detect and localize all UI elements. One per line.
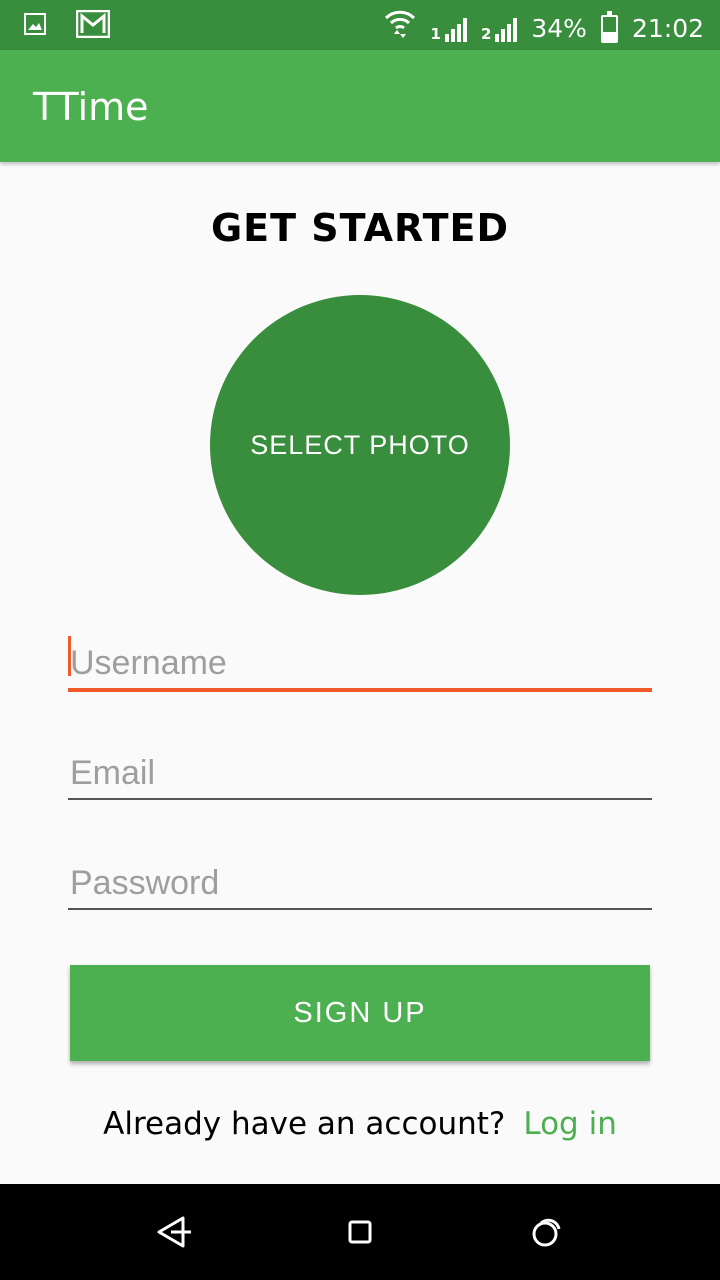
password-field-container bbox=[68, 848, 652, 910]
signal-sim2-icon: 2 bbox=[480, 16, 518, 43]
select-photo-button[interactable]: SELECT PHOTO bbox=[210, 295, 510, 595]
battery-icon bbox=[600, 10, 618, 43]
battery-level bbox=[602, 32, 616, 41]
image-icon bbox=[24, 13, 46, 39]
text-cursor bbox=[68, 636, 71, 676]
username-field-container bbox=[68, 628, 652, 692]
sim2-label: 2 bbox=[480, 24, 492, 43]
sign-up-button[interactable]: SIGN UP bbox=[70, 965, 650, 1061]
sim1-label: 1 bbox=[430, 24, 441, 43]
home-icon[interactable] bbox=[336, 1208, 384, 1256]
username-field[interactable] bbox=[68, 628, 652, 690]
signal-sim1-icon: 1 bbox=[431, 16, 467, 42]
notification-icons bbox=[24, 9, 111, 42]
password-underline bbox=[68, 908, 652, 910]
login-link[interactable]: Log in bbox=[523, 1106, 616, 1142]
app-title: TTime bbox=[33, 85, 149, 129]
recents-icon[interactable] bbox=[522, 1208, 570, 1256]
password-field[interactable] bbox=[68, 848, 652, 910]
wifi-icon bbox=[383, 8, 417, 49]
email-underline bbox=[68, 798, 652, 800]
status-bar: 1 2 34% 21:02 bbox=[0, 0, 720, 50]
username-underline bbox=[68, 688, 652, 692]
gmail-icon bbox=[75, 9, 111, 42]
system-status: 1 2 34% 21:02 bbox=[383, 8, 704, 49]
back-icon[interactable] bbox=[149, 1208, 197, 1256]
email-field[interactable] bbox=[68, 738, 652, 800]
clock: 21:02 bbox=[631, 13, 704, 43]
login-prompt: Already have an account? bbox=[103, 1106, 506, 1142]
battery-percent: 34% bbox=[531, 13, 587, 43]
page-title: GET STARTED bbox=[210, 206, 510, 250]
email-field-container bbox=[68, 738, 652, 800]
app-bar: TTime bbox=[0, 50, 720, 162]
navigation-bar bbox=[0, 1184, 720, 1280]
login-row: Already have an account? Log in bbox=[0, 1102, 720, 1146]
